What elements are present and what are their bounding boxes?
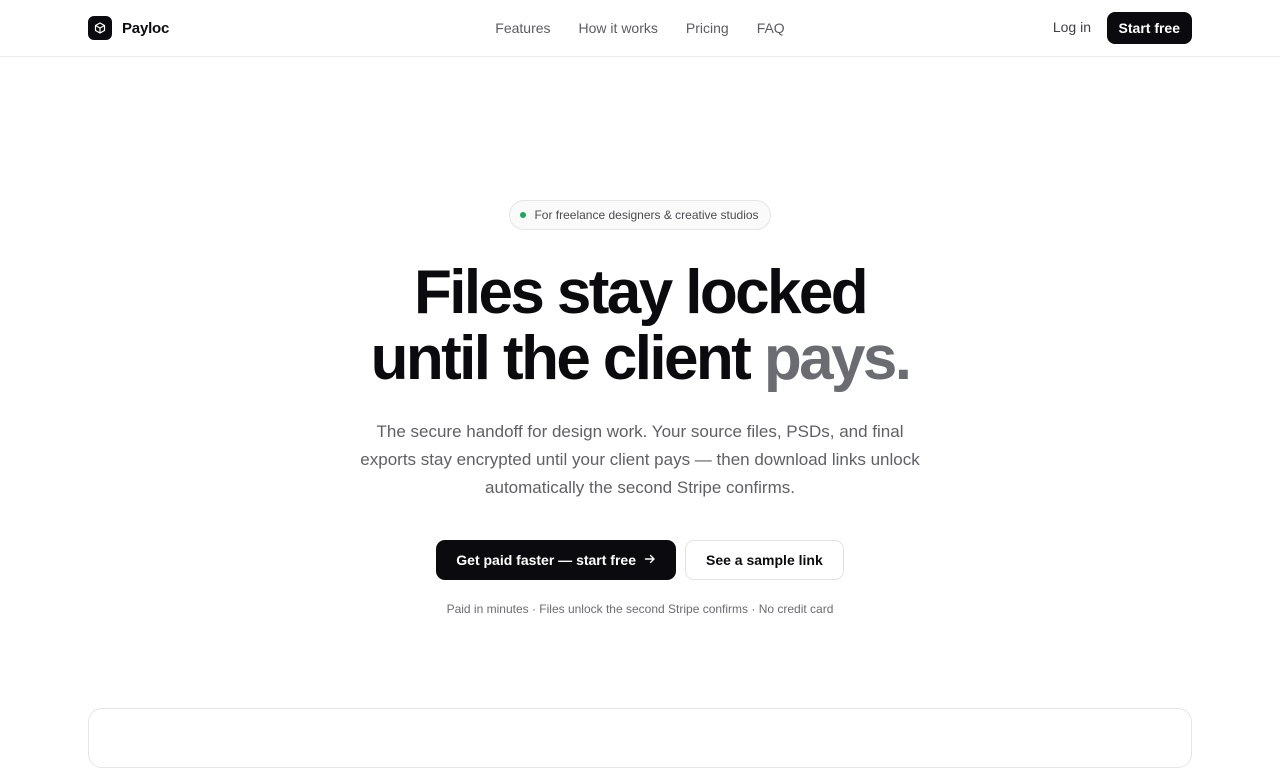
nav-link-how-it-works[interactable]: How it works [579, 20, 658, 36]
brand-name: Payloc [122, 19, 170, 37]
status-dot-icon [520, 212, 527, 218]
arrow-right-icon [644, 552, 656, 568]
hero-headline: Files stay locked until the client pays. [370, 258, 912, 393]
nav-link-features[interactable]: Features [495, 20, 550, 36]
nav-link-faq[interactable]: FAQ [757, 20, 785, 36]
see-sample-link-button[interactable]: See a sample link [685, 540, 844, 580]
hero-fineprint: Paid in minutes · Files unlock the secon… [446, 602, 834, 616]
headline-line-1: Files stay locked [413, 258, 869, 327]
start-free-button[interactable]: Start free [1106, 12, 1192, 44]
hero-section: For freelance designers & creative studi… [0, 200, 1280, 616]
get-paid-faster-button[interactable]: Get paid faster — start free [436, 540, 676, 580]
cube-icon [88, 16, 112, 40]
hero-subtext: The secure handoff for design work. Your… [360, 422, 920, 497]
headline-accent: pays. [763, 324, 912, 393]
audience-badge-label: For freelance designers & creative studi… [534, 208, 759, 222]
get-paid-faster-label: Get paid faster — start free [456, 552, 636, 568]
hero-cta-group: Get paid faster — start free See a sampl… [436, 540, 844, 580]
login-link[interactable]: Log in [1053, 19, 1091, 35]
site-header: Payloc Features How it works Pricing FAQ… [0, 0, 1280, 57]
brand-logo-link[interactable]: Payloc [88, 16, 169, 40]
audience-badge: For freelance designers & creative studi… [509, 200, 771, 230]
nav-link-pricing[interactable]: Pricing [686, 20, 729, 36]
headline-line-2: until the client [370, 324, 752, 393]
product-preview-card [88, 708, 1192, 768]
